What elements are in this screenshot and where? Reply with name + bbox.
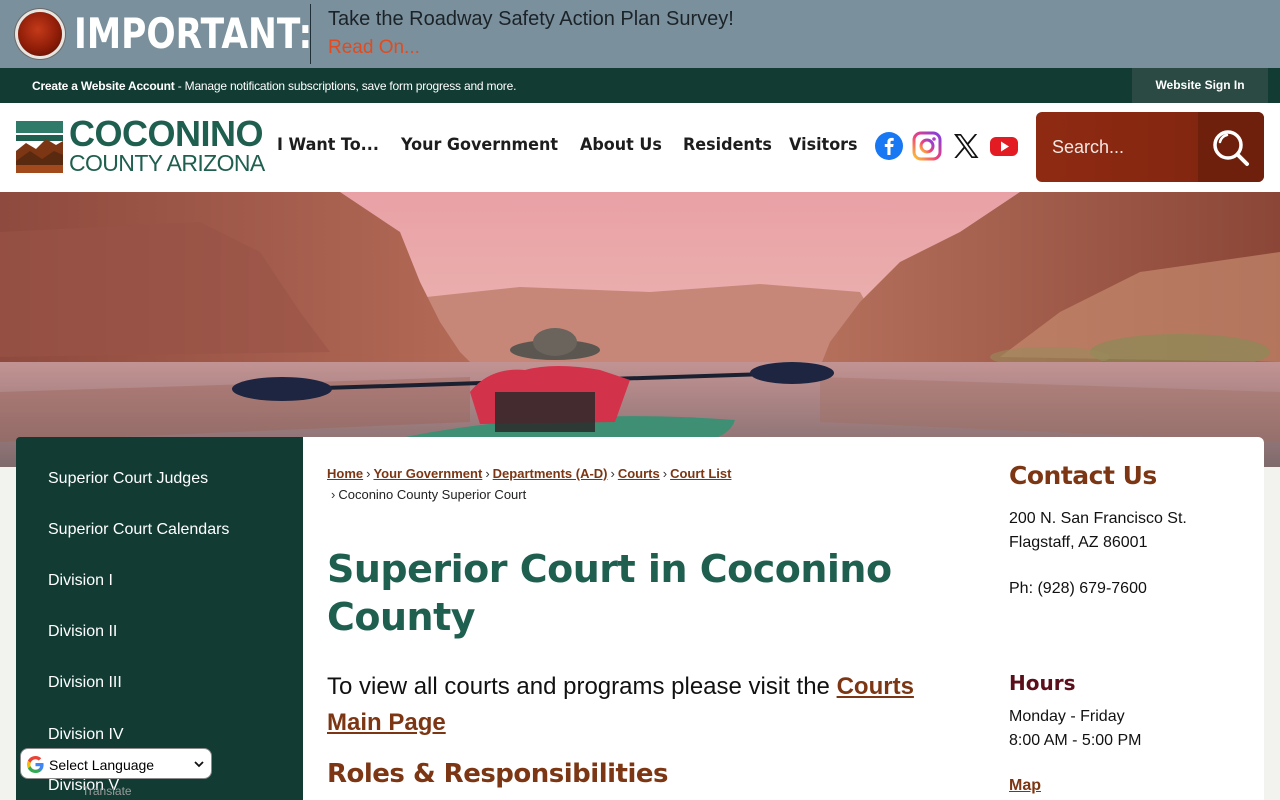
- page-title: Superior Court in Coconino County: [327, 547, 892, 639]
- breadcrumb: Home › Your Government › Departments (A-D) › C…: [327, 463, 977, 505]
- alert-read-on-link[interactable]: Read On...: [328, 37, 420, 59]
- intro-paragraph: To view all courts and programs please v…: [327, 669, 947, 741]
- breadcrumb-separator: ›: [366, 466, 371, 481]
- hero-image: [0, 192, 1280, 467]
- alert-dot-icon: [18, 12, 62, 56]
- breadcrumb-current: Coconino County Superior Court: [338, 487, 527, 502]
- sidebar-item-division-iv[interactable]: Division IV: [48, 726, 124, 744]
- breadcrumb-departments[interactable]: Departments (A-D): [493, 466, 608, 481]
- language-select[interactable]: Select Language: [20, 748, 212, 779]
- search-box: [1036, 112, 1264, 182]
- alert-label: IMPORTANT:: [74, 9, 313, 58]
- youtube-icon[interactable]: [989, 131, 1019, 161]
- contact-phone: Ph: (928) 679-7600: [1009, 580, 1147, 597]
- breadcrumb-separator: ›: [331, 487, 336, 502]
- translate-footer: Translate: [82, 784, 132, 798]
- nav-visitors[interactable]: Visitors: [789, 135, 858, 155]
- sidebar-item-division-i[interactable]: Division I: [48, 572, 113, 590]
- account-text: Create a Website Account - Manage notifi…: [32, 79, 516, 93]
- alert-title: Take the Roadway Safety Action Plan Surv…: [328, 8, 734, 30]
- search-button[interactable]: [1198, 112, 1264, 182]
- nav-residents[interactable]: Residents: [683, 135, 772, 155]
- account-bar: Create a Website Account - Manage notifi…: [0, 68, 1280, 103]
- canyon-kayak-illustration: [0, 192, 1280, 467]
- contact-card: Contact Us 200 N. San Francisco St. Flag…: [985, 437, 1264, 800]
- nav-your-government[interactable]: Your Government: [401, 135, 558, 155]
- logo-subtitle[interactable]: COUNTY ARIZONA: [69, 151, 265, 175]
- google-g-icon: [27, 756, 44, 773]
- county-logo-icon[interactable]: [16, 121, 63, 173]
- contact-address-line1: 200 N. San Francisco St.: [1009, 510, 1187, 527]
- chevron-down-icon: [194, 761, 204, 768]
- breadcrumb-separator: ›: [662, 466, 668, 481]
- sidebar-item-superior-court-judges[interactable]: Superior Court Judges: [48, 470, 208, 488]
- section-title: Roles & Responsibilities: [327, 759, 668, 789]
- x-icon[interactable]: [951, 131, 981, 161]
- sidebar-item-division-iii[interactable]: Division III: [48, 674, 122, 692]
- intro-text: To view all courts and programs please v…: [327, 673, 837, 700]
- hours-time: 8:00 AM - 5:00 PM: [1009, 732, 1142, 749]
- nav-i-want-to[interactable]: I Want To...: [277, 135, 379, 155]
- breadcrumb-your-government[interactable]: Your Government: [373, 466, 482, 481]
- instagram-icon[interactable]: [912, 131, 942, 161]
- hours-title: Hours: [1009, 671, 1076, 695]
- contact-address-line2: Flagstaff, AZ 86001: [1009, 534, 1148, 551]
- breadcrumb-court-list[interactable]: Court List: [670, 466, 731, 481]
- breadcrumb-home[interactable]: Home: [327, 466, 363, 481]
- main-content: Home › Your Government › Departments (A-D) › C…: [303, 437, 985, 800]
- facebook-icon[interactable]: [874, 131, 904, 161]
- sidebar: Superior Court Judges Superior Court Cal…: [16, 437, 303, 800]
- website-sign-in-button[interactable]: Website Sign In: [1132, 68, 1268, 103]
- sidebar-item-division-ii[interactable]: Division II: [48, 623, 117, 641]
- map-link[interactable]: Map: [1009, 777, 1041, 795]
- nav-about-us[interactable]: About Us: [580, 135, 662, 155]
- language-select-label: Select Language: [49, 757, 155, 773]
- logo-title[interactable]: COCONINO: [69, 115, 264, 153]
- breadcrumb-courts[interactable]: Courts: [618, 466, 660, 481]
- hours-days: Monday - Friday: [1009, 708, 1125, 725]
- sidebar-item-superior-court-calendars[interactable]: Superior Court Calendars: [48, 521, 229, 539]
- alert-divider: [310, 4, 311, 64]
- contact-title: Contact Us: [1009, 461, 1157, 490]
- account-description: - Manage notification subscriptions, sav…: [174, 79, 517, 93]
- breadcrumb-separator: ›: [610, 466, 615, 481]
- alert-banner: IMPORTANT: Take the Roadway Safety Actio…: [0, 0, 1280, 68]
- search-icon: [1213, 130, 1249, 166]
- search-input[interactable]: [1036, 112, 1198, 182]
- site-header: COCONINO COUNTY ARIZONA I Want To... You…: [0, 103, 1280, 192]
- breadcrumb-separator: ›: [485, 466, 490, 481]
- create-account-link[interactable]: Create a Website Account: [32, 79, 175, 93]
